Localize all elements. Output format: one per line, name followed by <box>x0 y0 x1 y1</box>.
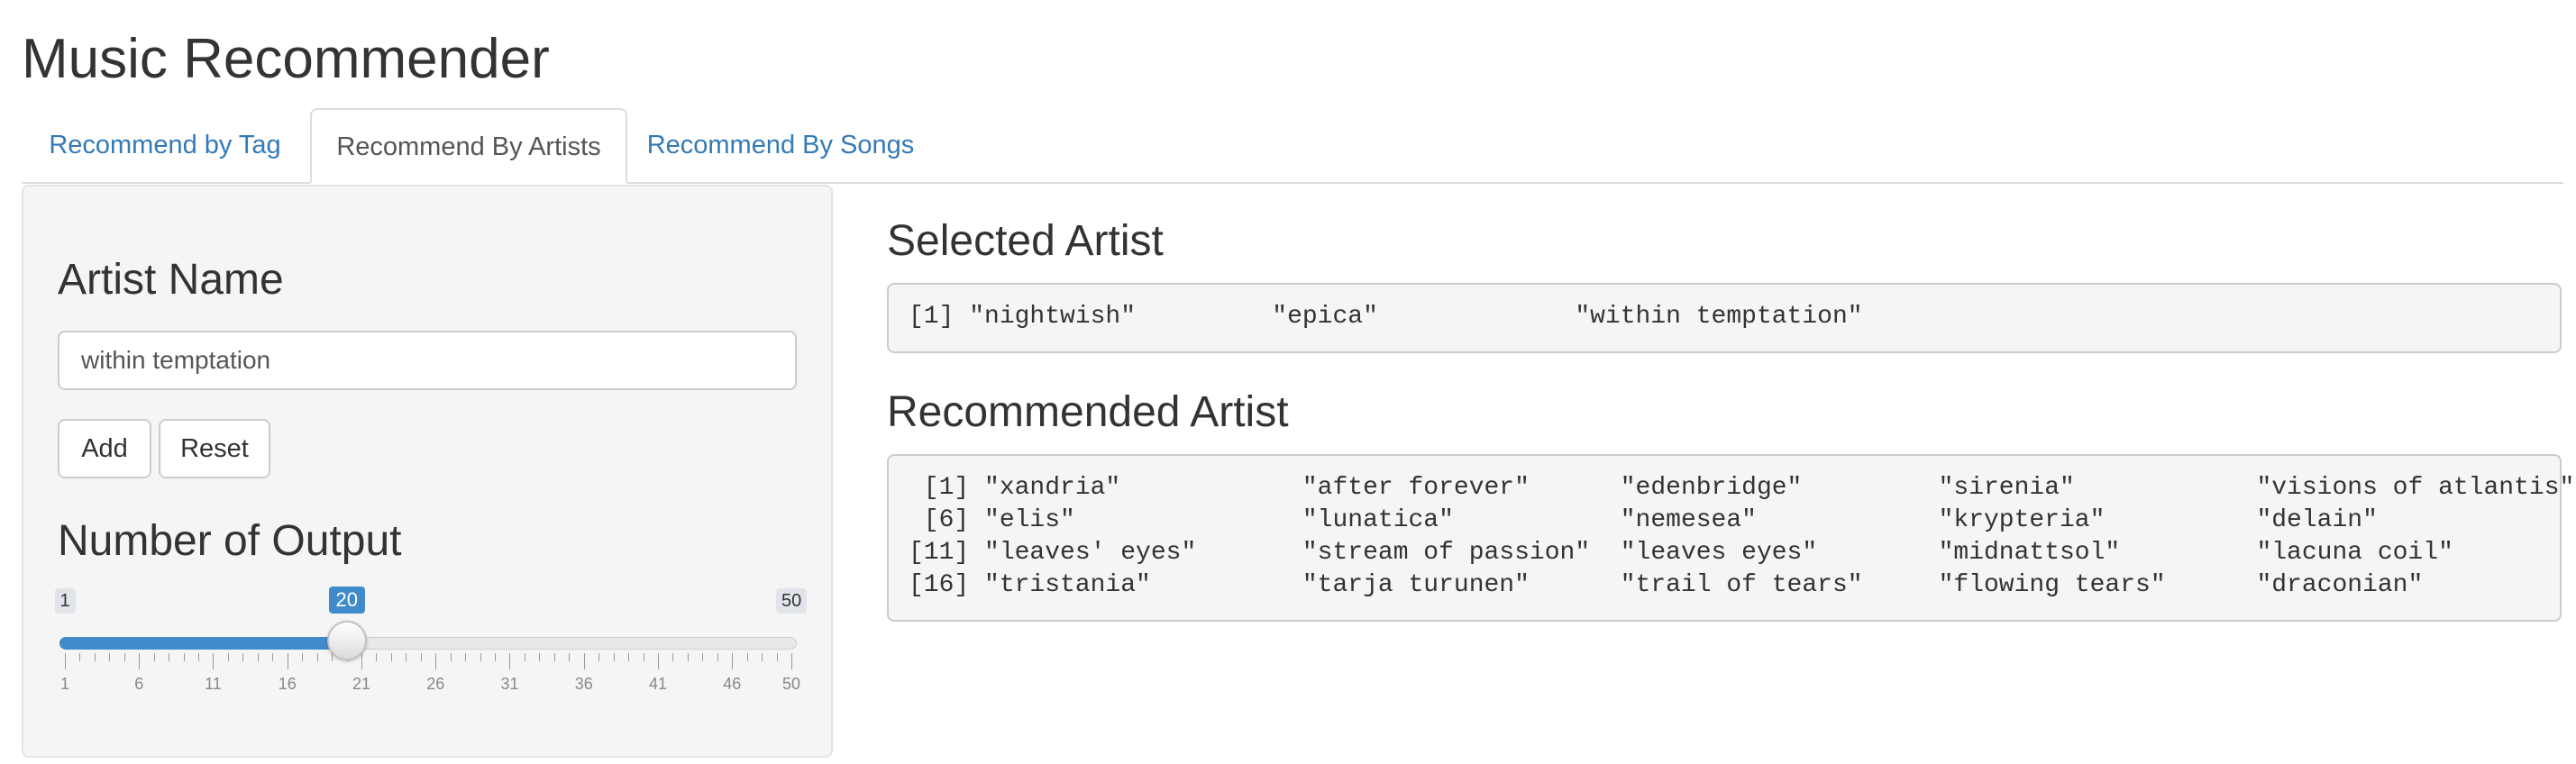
slider-minor-tick <box>687 653 689 661</box>
slider-tick-label: 31 <box>500 675 519 693</box>
slider-tick-label: 16 <box>278 675 297 693</box>
slider-minor-tick <box>450 653 452 661</box>
slider-minor-tick <box>302 653 304 661</box>
artist-name-heading: Artist Name <box>58 256 284 304</box>
sidebar-panel: Artist Name within temptation Add Reset … <box>22 185 833 758</box>
reset-button[interactable]: Reset <box>159 419 270 478</box>
slider-major-tick <box>213 653 215 669</box>
artist-name-input[interactable]: within temptation <box>58 331 797 390</box>
slider-tick-label: 41 <box>648 675 667 693</box>
slider-minor-tick <box>79 653 81 661</box>
slider-max-label: 50 <box>776 588 808 614</box>
slider-tick-label: 21 <box>352 675 370 693</box>
slider-minor-tick <box>198 653 200 661</box>
slider-tick-label: 46 <box>723 675 742 693</box>
slider-minor-tick <box>390 653 392 661</box>
slider-minor-tick <box>316 653 318 661</box>
slider-major-tick <box>361 653 362 669</box>
slider-minor-tick <box>183 653 185 661</box>
tab-recommend-by-tag[interactable]: Recommend by Tag <box>22 108 308 182</box>
slider-minor-tick <box>376 653 378 661</box>
slider-tick-label: 36 <box>574 675 593 693</box>
slider-tick-label: 50 <box>781 675 801 693</box>
slider-tick-label: 11 <box>205 675 222 693</box>
slider-tick-label: 26 <box>426 675 445 693</box>
slider-minor-tick <box>94 653 96 661</box>
slider-tick-label: 1 <box>59 675 70 693</box>
slider-minor-tick <box>776 653 778 661</box>
slider-major-tick <box>435 653 437 669</box>
slider-minor-tick <box>153 653 155 661</box>
slider-minor-tick <box>495 653 497 661</box>
slider-major-tick <box>509 653 511 669</box>
slider-minor-tick <box>420 653 422 661</box>
slider-minor-tick <box>702 653 704 661</box>
slider-major-tick <box>791 653 792 669</box>
slider-minor-tick <box>123 653 125 661</box>
slider-major-tick <box>139 653 141 669</box>
slider-minor-tick <box>480 653 481 661</box>
slider-minor-tick <box>569 653 571 661</box>
slider-major-tick <box>657 653 659 669</box>
tab-recommend-by-artists[interactable]: Recommend By Artists <box>310 108 627 184</box>
slider-major-tick <box>583 653 585 669</box>
selected-artist-heading: Selected Artist <box>887 217 1164 265</box>
slider-minor-tick <box>227 653 229 661</box>
slider-value-label: 20 <box>328 587 365 614</box>
slider-minor-tick <box>539 653 541 661</box>
slider-minor-tick <box>613 653 615 661</box>
slider-minor-tick <box>672 653 674 661</box>
app-title: Music Recommender <box>22 28 550 90</box>
slider-fill <box>59 637 347 650</box>
number-of-output-heading: Number of Output <box>58 517 402 565</box>
slider-handle[interactable] <box>326 621 367 660</box>
add-button[interactable]: Add <box>58 419 151 478</box>
slider-minor-tick <box>242 653 244 661</box>
slider-minor-tick <box>272 653 274 661</box>
slider-minor-tick <box>553 653 555 661</box>
slider-minor-tick <box>746 653 748 661</box>
slider-minor-tick <box>598 653 600 661</box>
slider-minor-tick <box>717 653 718 661</box>
tab-bar: Recommend by Tag Recommend By Artists Re… <box>22 108 2563 184</box>
slider-minor-tick <box>257 653 259 661</box>
recommended-artist-output: [1] "xandria" "after forever" "edenbridg… <box>887 454 2574 622</box>
slider-minor-tick <box>628 653 630 661</box>
slider-tick-label: 6 <box>134 675 144 693</box>
slider-min-label: 1 <box>54 588 76 614</box>
selected-artist-output: [1] "nightwish" "epica" "within temptati… <box>887 283 2562 353</box>
slider-major-tick <box>732 653 734 669</box>
recommended-artist-heading: Recommended Artist <box>887 388 1289 436</box>
slider-minor-tick <box>465 653 467 661</box>
slider-minor-tick <box>109 653 111 661</box>
tab-recommend-by-songs[interactable]: Recommend By Songs <box>627 108 934 182</box>
slider-minor-tick <box>762 653 763 661</box>
slider-major-tick <box>65 653 66 669</box>
